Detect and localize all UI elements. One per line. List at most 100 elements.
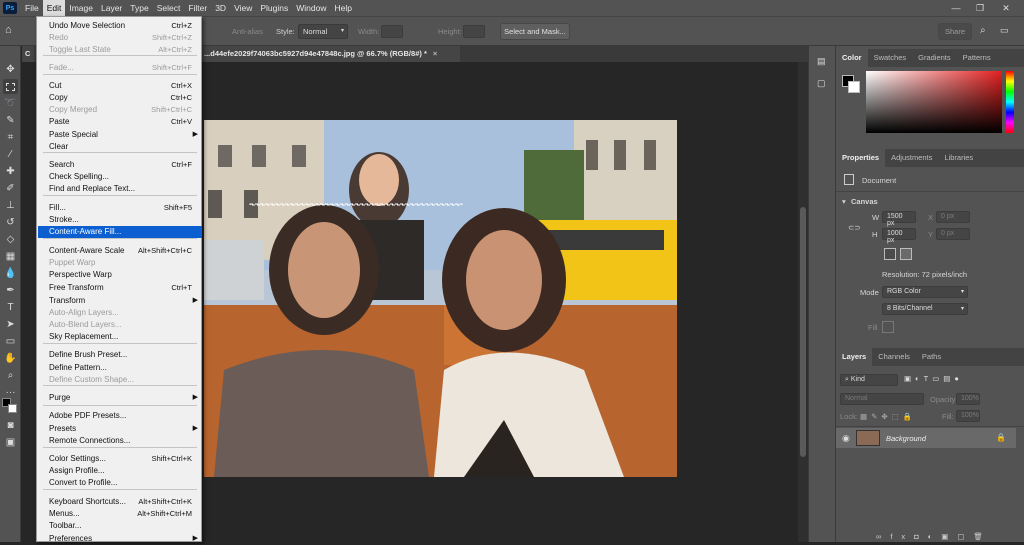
tab-patterns[interactable]: Patterns (957, 49, 997, 67)
quick-mask-icon[interactable]: ◙ (3, 418, 18, 433)
menu-item-puppet-warp[interactable]: Puppet Warp (38, 257, 202, 269)
background-color-swatch[interactable] (8, 404, 17, 413)
lock-icons[interactable]: ▦✎✥⬚🔒 (860, 412, 916, 421)
menu-item-transform[interactable]: Transform ▶ (38, 295, 202, 307)
gradient-tool-icon[interactable]: ▦ (3, 249, 18, 264)
eye-icon[interactable]: ◉ (842, 433, 850, 444)
menu-item-fade[interactable]: Fade... Shift+Ctrl+F (38, 62, 202, 74)
healing-brush-icon[interactable]: ✚ (3, 164, 18, 179)
menu-image[interactable]: Image (65, 0, 97, 16)
maximize-button[interactable]: ❐ (968, 0, 992, 16)
select-and-mask-button[interactable]: Select and Mask... (500, 23, 570, 40)
menu-type[interactable]: Type (126, 0, 152, 16)
fill-field[interactable]: 100% (956, 410, 980, 422)
move-tool-icon[interactable]: ✥ (3, 62, 18, 77)
menu-view[interactable]: View (230, 0, 256, 16)
menu-item-paste-special[interactable]: Paste Special ▶ (38, 129, 202, 141)
tab-libraries[interactable]: Libraries (938, 149, 979, 167)
style-select[interactable]: Normal ▾ (298, 24, 348, 39)
search-icon[interactable]: ⌕ (980, 25, 994, 39)
menu-layer[interactable]: Layer (97, 0, 126, 16)
menu-item-toolbar[interactable]: Toolbar... (38, 520, 202, 532)
landscape-orientation-icon[interactable] (900, 248, 912, 260)
menu-item-menus[interactable]: Menus... Alt+Shift+Ctrl+M (38, 508, 202, 520)
brush-tool-icon[interactable]: ✐ (3, 181, 18, 196)
vertical-scrollbar[interactable] (798, 62, 808, 542)
tab-swatches[interactable]: Swatches (868, 49, 913, 67)
menu-item-toggle-last-state[interactable]: Toggle Last State Alt+Ctrl+Z (38, 44, 202, 56)
menu-item-define-brush-preset[interactable]: Define Brush Preset... (38, 349, 202, 361)
menu-item-content-aware-scale[interactable]: Content-Aware Scale Alt+Shift+Ctrl+C (38, 245, 202, 257)
menu-item-keyboard-shortcuts[interactable]: Keyboard Shortcuts... Alt+Shift+Ctrl+K (38, 496, 202, 508)
pen-tool-icon[interactable]: ✒ (3, 283, 18, 298)
tab-layers[interactable]: Layers (836, 348, 873, 366)
menu-item-convert-to-profile[interactable]: Convert to Profile... (38, 477, 202, 489)
menu-filter[interactable]: Filter (184, 0, 211, 16)
hue-slider[interactable] (1006, 71, 1014, 133)
tab-adjustments[interactable]: Adjustments (885, 149, 938, 167)
tab-properties[interactable]: Properties (836, 149, 886, 167)
menu-item-copy[interactable]: Copy Ctrl+C (38, 92, 202, 104)
tab-channels[interactable]: Channels (872, 348, 916, 366)
color-background-swatch[interactable] (848, 81, 860, 93)
canvas-height-field[interactable]: 1000 px (882, 228, 916, 244)
height-input[interactable] (463, 25, 485, 38)
blur-tool-icon[interactable]: 💧 (3, 266, 18, 281)
menu-item-cut[interactable]: Cut Ctrl+X (38, 80, 202, 92)
history-panel-icon[interactable]: ▤ (817, 56, 829, 68)
menu-item-preferences[interactable]: Preferences ▶ (38, 533, 202, 545)
document-image[interactable] (204, 120, 677, 477)
menu-item-free-transform[interactable]: Free Transform Ctrl+T (38, 282, 202, 294)
close-tab-icon[interactable]: × (433, 49, 437, 58)
mode-select[interactable]: RGB Color ▾ (882, 286, 968, 298)
menu-plugins[interactable]: Plugins (256, 0, 292, 16)
rectangle-tool-icon[interactable]: ▭ (3, 334, 18, 349)
link-icon[interactable]: ⊂⊃ (848, 223, 861, 232)
layer-kind-filter[interactable]: ⌕ Kind (840, 374, 898, 386)
menu-item-search[interactable]: Search Ctrl+F (38, 159, 202, 171)
menu-item-check-spelling[interactable]: Check Spelling... (38, 171, 202, 183)
workspace-icon[interactable]: ▭ (1000, 25, 1014, 39)
close-window-button[interactable]: ✕ (994, 0, 1018, 16)
scrollbar-thumb[interactable] (800, 207, 806, 457)
stamp-tool-icon[interactable]: ⊥ (3, 198, 18, 213)
menu-item-stroke[interactable]: Stroke... (38, 214, 202, 226)
menu-item-content-aware-fill[interactable]: Content-Aware Fill... (38, 226, 202, 238)
menu-item-define-custom-shape[interactable]: Define Custom Shape... (38, 374, 202, 386)
menu-item-define-pattern[interactable]: Define Pattern... (38, 362, 202, 374)
share-button[interactable]: Share (938, 23, 972, 40)
tab-paths[interactable]: Paths (916, 348, 947, 366)
menu-item-auto-align-layers[interactable]: Auto-Align Layers... (38, 307, 202, 319)
layers-footer-icons[interactable]: ∞fx◘◐▣▢🗑 (876, 532, 992, 541)
layer-filter-icons[interactable]: ▣◐T▭▤● (904, 374, 963, 383)
menu-item-undo-move-selection[interactable]: Undo Move Selection Ctrl+Z (38, 20, 202, 32)
portrait-orientation-icon[interactable] (884, 248, 896, 260)
marquee-tool-icon[interactable] (3, 79, 18, 94)
menu-item-adobe-pdf-presets[interactable]: Adobe PDF Presets... (38, 410, 202, 422)
menu-window[interactable]: Window (292, 0, 330, 16)
menu-item-paste[interactable]: Paste Ctrl+V (38, 116, 202, 128)
document-tab-previous[interactable]: C (22, 46, 34, 62)
menu-item-remote-connections[interactable]: Remote Connections... (38, 435, 202, 447)
menu-item-presets[interactable]: Presets ▶ (38, 423, 202, 435)
canvas-width-field[interactable]: 1500 px (882, 211, 916, 227)
menu-file[interactable]: File (21, 0, 43, 16)
minimize-button[interactable]: — (944, 0, 968, 16)
menu-edit[interactable]: Edit (42, 0, 66, 16)
color-picker-field[interactable] (866, 71, 1002, 133)
eyedropper-tool-icon[interactable]: ⁄ (3, 147, 18, 162)
document-tab-active[interactable]: ...d44efe2029f74063bc5927d94e47848c.jpg … (200, 46, 460, 62)
fill-swatch[interactable] (882, 321, 894, 333)
blend-mode-select[interactable]: Normal (840, 393, 924, 405)
menu-item-purge[interactable]: Purge ▶ (38, 392, 202, 404)
tab-color[interactable]: Color (836, 49, 868, 67)
home-icon[interactable]: ⌂ (5, 24, 21, 39)
screen-mode-icon[interactable]: ▣ (3, 435, 18, 450)
layer-row-background[interactable]: ◉ Background 🔒 (836, 428, 1016, 448)
menu-item-auto-blend-layers[interactable]: Auto-Blend Layers... (38, 319, 202, 331)
menu-item-copy-merged[interactable]: Copy Merged Shift+Ctrl+C (38, 104, 202, 116)
menu-item-perspective-warp[interactable]: Perspective Warp (38, 269, 202, 281)
type-tool-icon[interactable]: T (3, 300, 18, 315)
quick-select-tool-icon[interactable]: ✎ (3, 113, 18, 128)
hand-tool-icon[interactable]: ✋ (3, 351, 18, 366)
